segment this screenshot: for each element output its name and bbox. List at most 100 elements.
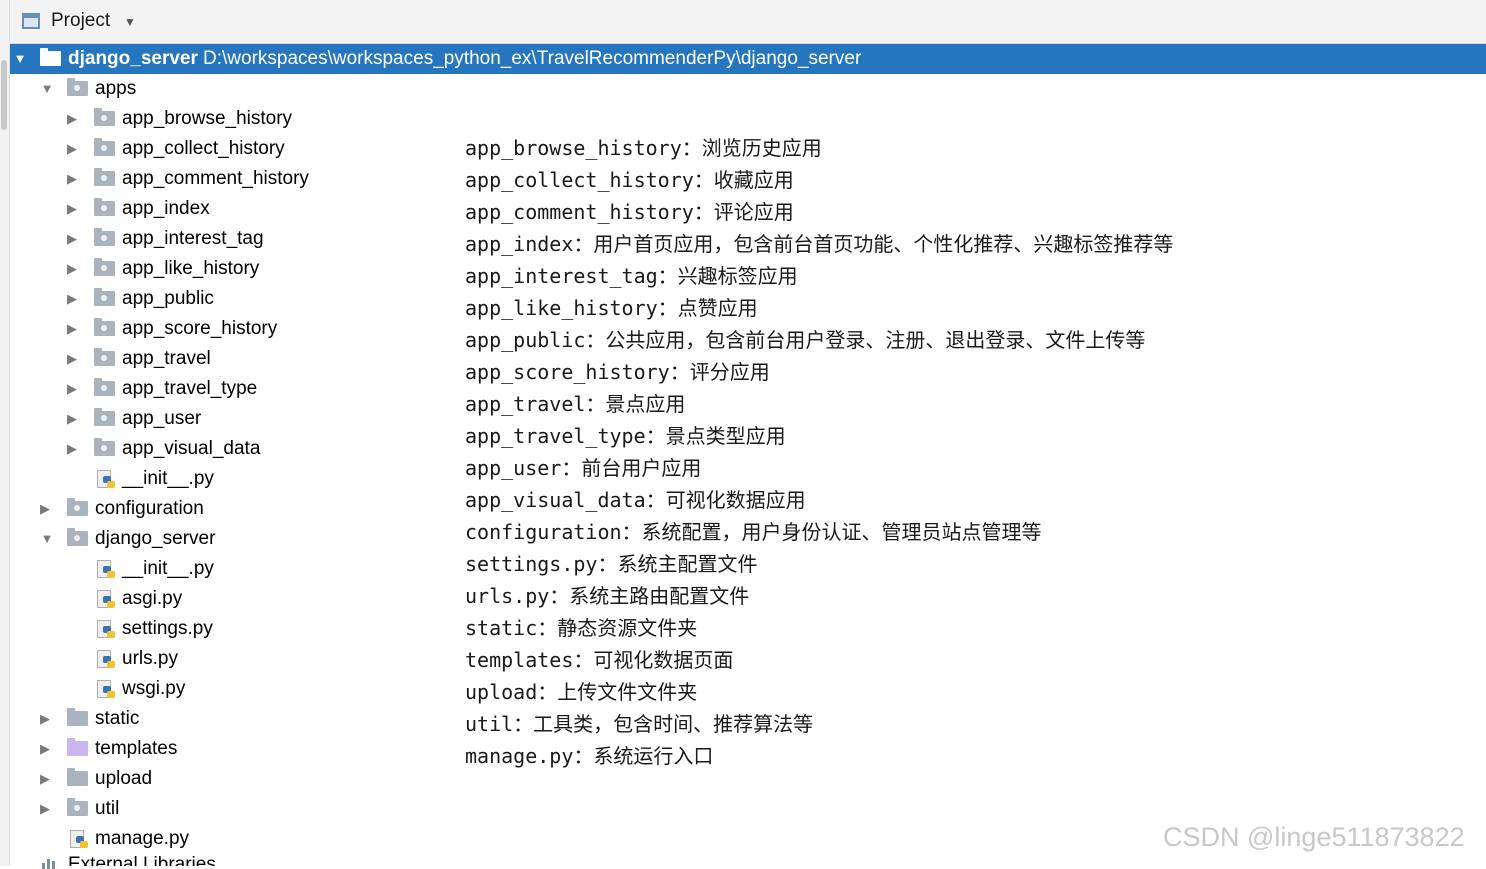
chevron-right-icon[interactable]: ▶	[38, 704, 52, 734]
tree-item-label: __init__.py	[122, 468, 214, 489]
package-folder-icon	[94, 438, 115, 456]
tree-item-label: app_collect_history	[122, 138, 285, 159]
tree-item-app[interactable]: ▶ app_travel_type	[0, 374, 400, 404]
tree-item-python-file[interactable]: asgi.py	[0, 584, 400, 614]
panel-title[interactable]: Project	[51, 10, 110, 32]
tree-item-static[interactable]: ▶ static	[0, 704, 400, 734]
tree-item-app[interactable]: ▶ app_visual_data	[0, 434, 400, 464]
watermark: CSDN @linge511873822	[1163, 822, 1465, 852]
tree-item-external-libraries[interactable]: External Libraries	[68, 852, 216, 866]
chevron-right-icon[interactable]: ▶	[65, 314, 79, 344]
chevron-right-icon[interactable]: ▶	[65, 194, 79, 224]
tree-item-label: app_visual_data	[122, 438, 261, 459]
tree-item-templates[interactable]: ▶ templates	[0, 734, 400, 764]
chevron-right-icon[interactable]: ▶	[38, 794, 52, 824]
package-folder-icon	[94, 288, 115, 306]
description-line: manage.py：系统运行入口	[465, 744, 714, 768]
description-line: app_travel_type：景点类型应用	[465, 424, 786, 448]
chevron-down-icon[interactable]: ▼	[40, 74, 54, 104]
chevron-right-icon[interactable]: ▶	[65, 374, 79, 404]
python-file-icon	[97, 680, 115, 699]
tree-item-django-server-package[interactable]: ▼ django_server	[0, 524, 400, 554]
tree-item-python-file[interactable]: settings.py	[0, 614, 400, 644]
tree-item-app[interactable]: ▶ app_travel	[0, 344, 400, 374]
package-folder-icon	[67, 798, 88, 816]
tree-item-label: util	[95, 798, 120, 819]
python-file-icon	[97, 650, 115, 669]
chevron-right-icon[interactable]: ▶	[65, 254, 79, 284]
chevron-right-icon[interactable]: ▶	[65, 104, 79, 134]
tree-item-app[interactable]: ▶ app_comment_history	[0, 164, 400, 194]
package-folder-icon	[94, 348, 115, 366]
tree-item-apps[interactable]: ▼ apps	[0, 74, 400, 104]
tree-item-label: app_interest_tag	[122, 228, 264, 249]
description-line: app_interest_tag：兴趣标签应用	[465, 264, 798, 288]
package-folder-icon	[94, 168, 115, 186]
project-panel-header: Project ▼	[10, 0, 1486, 44]
description-line: configuration：系统配置，用户身份认证、管理员站点管理等	[465, 520, 1042, 544]
tree-item-label: app_travel_type	[122, 378, 258, 399]
description-line: app_comment_history：评论应用	[465, 200, 794, 224]
chevron-right-icon[interactable]: ▶	[65, 344, 79, 374]
chevron-right-icon[interactable]: ▶	[65, 434, 79, 464]
package-folder-icon	[94, 228, 115, 246]
chevron-right-icon[interactable]: ▶	[38, 494, 52, 524]
tree-item-label: app_public	[122, 288, 214, 309]
chevron-right-icon[interactable]: ▶	[65, 164, 79, 194]
chevron-down-icon[interactable]: ▼	[124, 15, 136, 29]
description-line: app_user：前台用户应用	[465, 456, 702, 480]
tree-item-python-file[interactable]: urls.py	[0, 644, 400, 674]
python-file-icon	[97, 560, 115, 579]
chevron-right-icon[interactable]: ▶	[65, 134, 79, 164]
tree-item-label: urls.py	[122, 648, 178, 669]
chevron-right-icon[interactable]: ▶	[38, 764, 52, 794]
tree-item-app[interactable]: ▶ app_like_history	[0, 254, 400, 284]
project-window-icon	[22, 13, 40, 29]
chevron-right-icon[interactable]: ▶	[65, 284, 79, 314]
tree-item-upload[interactable]: ▶ upload	[0, 764, 400, 794]
description-line: app_public：公共应用，包含前台用户登录、注册、退出登录、文件上传等	[465, 328, 1146, 352]
description-line: upload：上传文件文件夹	[465, 680, 698, 704]
chevron-right-icon[interactable]: ▶	[38, 734, 52, 764]
tree-item-label: wsgi.py	[122, 678, 186, 699]
tree-item-app[interactable]: ▶ app_score_history	[0, 314, 400, 344]
library-icon	[42, 857, 58, 869]
tree-item-label: upload	[95, 768, 153, 789]
chevron-down-icon[interactable]: ▼	[13, 44, 27, 74]
tree-item-app[interactable]: ▶ app_interest_tag	[0, 224, 400, 254]
description-line: app_browse_history：浏览历史应用	[465, 136, 822, 160]
tree-item-python-file[interactable]: wsgi.py	[0, 674, 400, 704]
package-folder-icon	[94, 318, 115, 336]
package-folder-icon	[94, 108, 115, 126]
description-line: settings.py：系统主配置文件	[465, 552, 758, 576]
package-folder-icon	[67, 498, 88, 516]
tree-item-label: app_comment_history	[122, 168, 309, 189]
package-folder-icon	[94, 138, 115, 156]
description-line: util：工具类，包含时间、推荐算法等	[465, 712, 814, 736]
tree-item-util[interactable]: ▶ util	[0, 794, 400, 824]
tree-item-label: configuration	[95, 498, 204, 519]
description-line: urls.py：系统主路由配置文件	[465, 584, 750, 608]
tree-item-app[interactable]: ▶ app_user	[0, 404, 400, 434]
tree-item-configuration[interactable]: ▶ configuration	[0, 494, 400, 524]
tree-item-label: static	[95, 708, 140, 729]
tree-item-app[interactable]: ▶ app_browse_history	[0, 104, 400, 134]
tree-item-label: app_index	[122, 198, 210, 219]
description-line: static：静态资源文件夹	[465, 616, 698, 640]
package-folder-icon	[94, 378, 115, 396]
tree-item-app[interactable]: ▶ app_collect_history	[0, 134, 400, 164]
tree-item-manage-py[interactable]: manage.py	[0, 824, 400, 854]
tree-item-python-file[interactable]: __init__.py	[0, 554, 400, 584]
tree-item-app[interactable]: ▶ app_index	[0, 194, 400, 224]
tree-root-django-server[interactable]: ▼ django_server D:\workspaces\workspaces…	[10, 44, 1010, 74]
description-line: app_visual_data：可视化数据应用	[465, 488, 806, 512]
chevron-down-icon[interactable]: ▼	[40, 524, 54, 554]
chevron-right-icon[interactable]: ▶	[65, 404, 79, 434]
tree-item-label: settings.py	[122, 618, 213, 639]
chevron-right-icon[interactable]: ▶	[65, 224, 79, 254]
description-line: app_like_history：点赞应用	[465, 296, 758, 320]
tree-item-app[interactable]: ▶ app_public	[0, 284, 400, 314]
tree-item-apps-init[interactable]: __init__.py	[0, 464, 400, 494]
folder-icon	[67, 768, 88, 786]
python-file-icon	[97, 470, 115, 489]
